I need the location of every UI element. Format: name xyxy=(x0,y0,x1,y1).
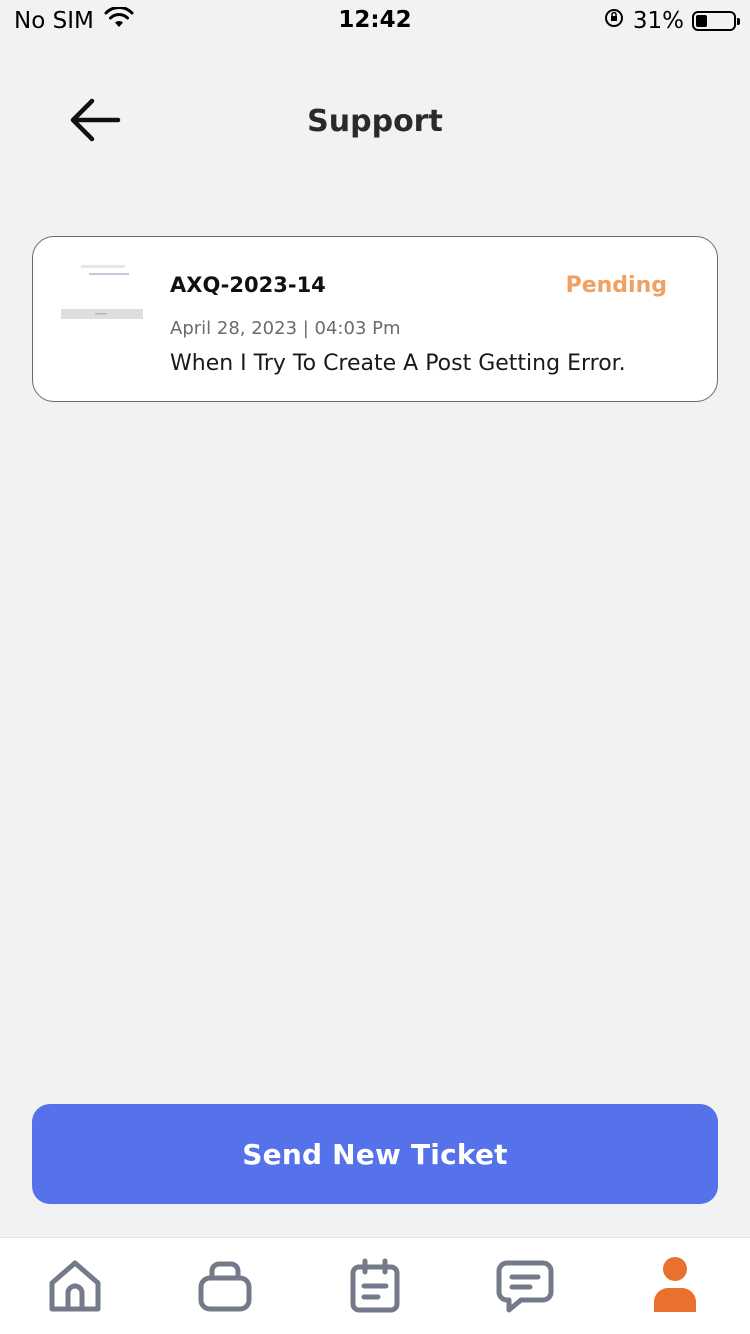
ticket-id: AXQ-2023-14 xyxy=(170,273,326,297)
bottom-tab-bar xyxy=(0,1237,750,1334)
tab-jobs[interactable] xyxy=(193,1258,257,1318)
tab-home[interactable] xyxy=(43,1258,107,1318)
ticket-date: April 28, 2023 | 04:03 Pm xyxy=(170,318,401,339)
battery-icon xyxy=(692,11,740,31)
battery-level xyxy=(696,15,708,27)
tab-schedule[interactable] xyxy=(343,1258,407,1318)
rotation-lock-icon xyxy=(603,7,625,35)
header: Support xyxy=(0,70,750,180)
ticket-message: When I Try To Create A Post Getting Erro… xyxy=(170,351,626,376)
ticket-status-badge: Pending xyxy=(565,273,667,298)
tab-profile[interactable] xyxy=(643,1256,707,1320)
profile-icon xyxy=(645,1256,705,1320)
home-icon xyxy=(45,1258,105,1318)
calendar-list-icon xyxy=(345,1258,405,1318)
battery-percent: 31% xyxy=(632,8,684,34)
tab-messages[interactable] xyxy=(493,1258,557,1318)
page-title: Support xyxy=(307,104,443,139)
ticket-thumbnail xyxy=(61,259,143,321)
send-new-ticket-button[interactable]: Send New Ticket xyxy=(32,1104,718,1204)
status-bar: No SIM 12:42 31% xyxy=(0,0,750,40)
briefcase-icon xyxy=(195,1258,255,1318)
ticket-card[interactable]: AXQ-2023-14 Pending April 28, 2023 | 04:… xyxy=(32,236,718,402)
chat-icon xyxy=(495,1258,555,1318)
status-right: 31% xyxy=(603,7,740,35)
